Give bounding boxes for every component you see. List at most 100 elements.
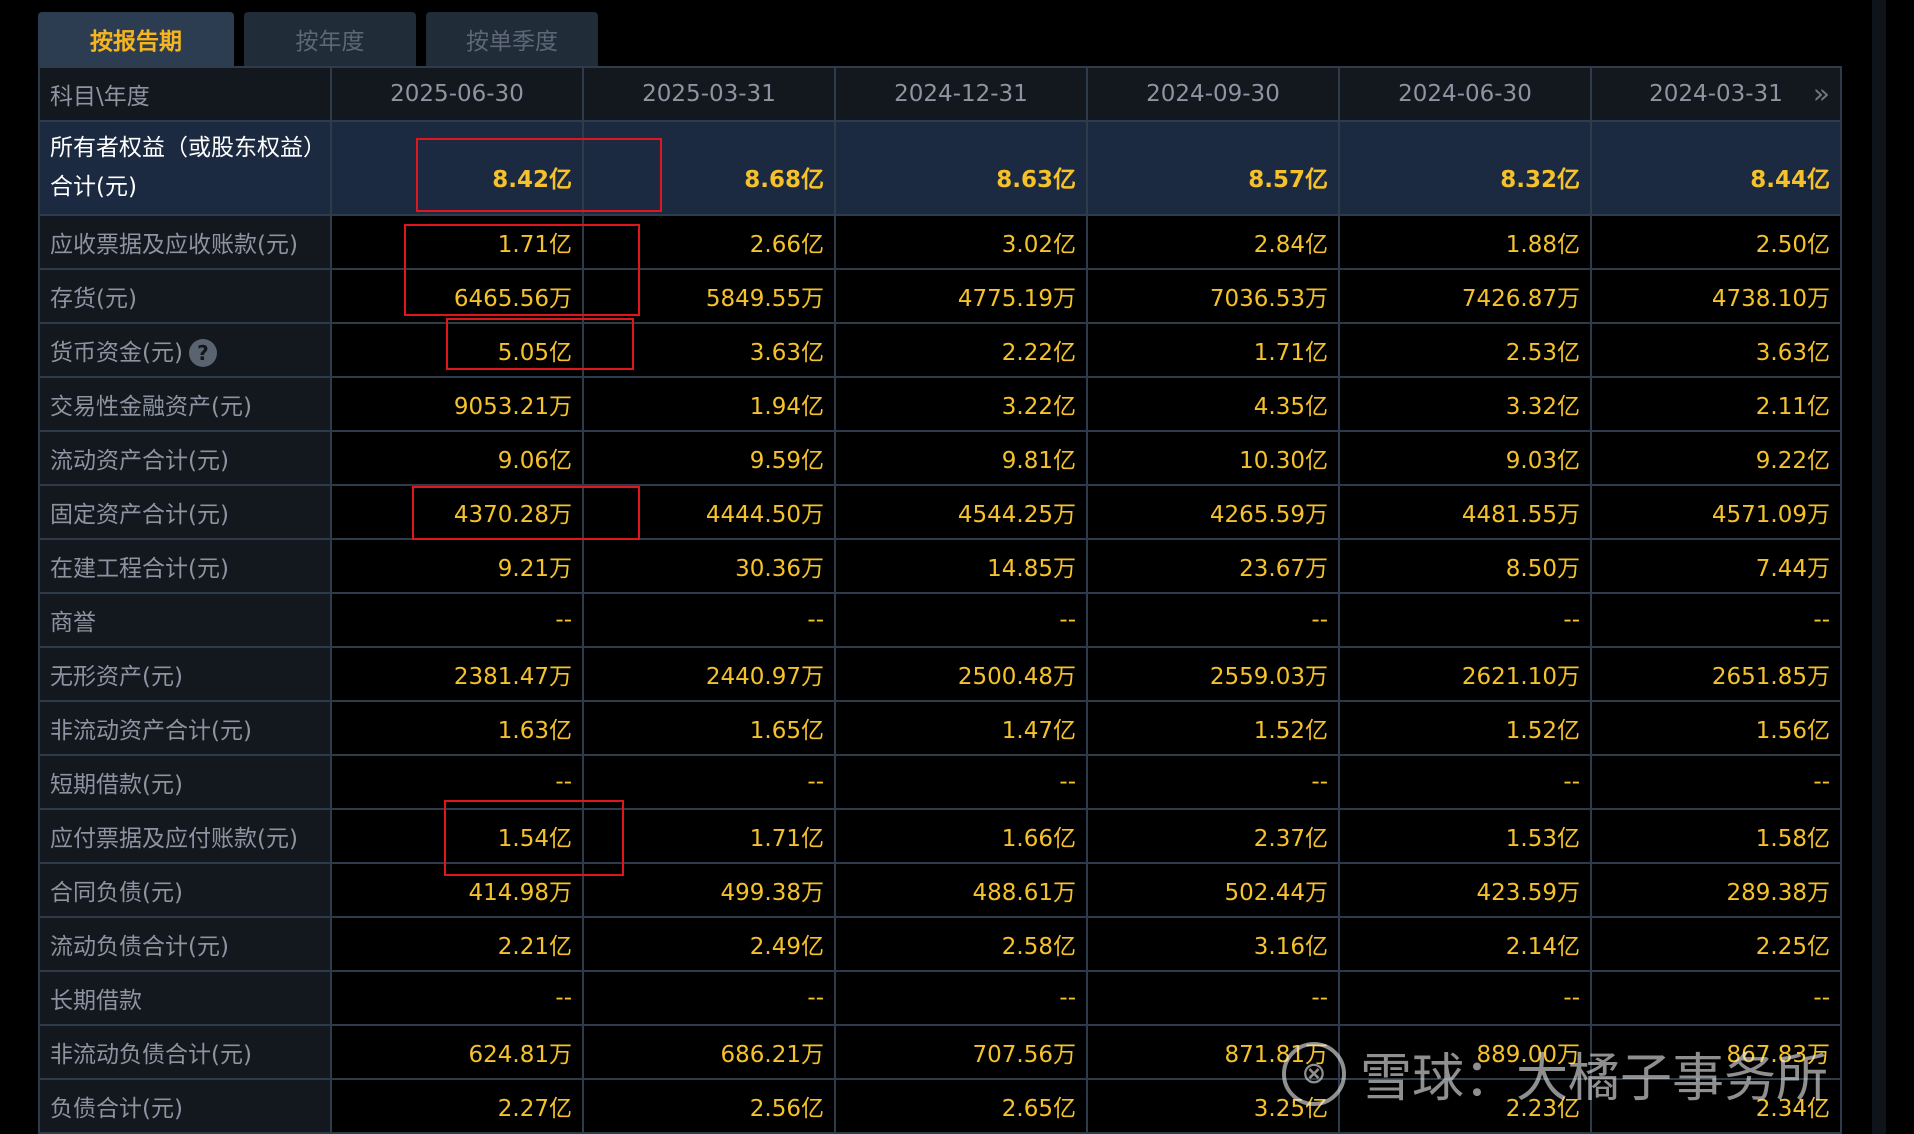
value-cell: -- — [1338, 754, 1592, 810]
value-cell: 1.88亿 — [1338, 214, 1592, 270]
row-label-text: 无形资产(元) — [50, 664, 183, 690]
value-cell: 1.52亿 — [1086, 700, 1340, 756]
row-label-text: 交易性金融资产(元) — [50, 394, 252, 420]
tab-by-quarter[interactable]: 按单季度 — [426, 12, 598, 66]
annotation-box — [412, 486, 640, 540]
value-cell: 4481.55万 — [1338, 484, 1592, 540]
table-body: 所有者权益（或股东权益）合计(元) 8.42亿 8.68亿 8.63亿 8.57亿 8.3… — [38, 120, 1842, 1134]
table-row: 所有者权益（或股东权益）合计(元) 8.42亿 8.68亿 8.63亿 8.57亿 8.3… — [38, 120, 1842, 216]
value-cell: 4775.19万 — [834, 268, 1088, 324]
value-cell: 707.56万 — [834, 1024, 1088, 1080]
table-row: 合同负债(元) 414.98万 499.38万 488.61万 502.44万 423.5… — [38, 862, 1842, 918]
value-cell: 9053.21万 — [330, 376, 584, 432]
value-cell: -- — [1338, 592, 1592, 648]
value-cell: 502.44万 — [1086, 862, 1340, 918]
value-cell: 7.44万 — [1590, 538, 1842, 594]
value-cell: -- — [1338, 970, 1592, 1026]
row-label-text: 合同负债(元) — [50, 880, 183, 906]
watermark-text: 雪球：大橘子事务所 — [1360, 1049, 1829, 1109]
value-cell: 2500.48万 — [834, 646, 1088, 702]
value-cell: 23.67万 — [1086, 538, 1340, 594]
row-label-text: 流动负债合计(元) — [50, 934, 229, 960]
value-cell: -- — [1086, 754, 1340, 810]
annotation-box — [404, 224, 640, 316]
table-row: 流动资产合计(元) 9.06亿 9.59亿 9.81亿 10.30亿 9.03亿 9.22亿 — [38, 430, 1842, 486]
date-header[interactable]: 2025-03-31 — [582, 66, 836, 122]
table-row: 商誉 -- -- -- -- -- -- — [38, 592, 1842, 648]
value-cell: 8.44亿 — [1590, 120, 1842, 216]
row-label: 固定资产合计(元) — [38, 484, 332, 540]
row-label: 交易性金融资产(元) — [38, 376, 332, 432]
value-cell: 10.30亿 — [1086, 430, 1340, 486]
value-cell: 8.32亿 — [1338, 120, 1592, 216]
row-label: 在建工程合计(元) — [38, 538, 332, 594]
row-label: 应收票据及应收账款(元) — [38, 214, 332, 270]
value-cell: 9.21万 — [330, 538, 584, 594]
value-cell: -- — [1086, 592, 1340, 648]
row-label: 非流动资产合计(元) — [38, 700, 332, 756]
row-label-text: 长期借款 — [50, 988, 142, 1014]
value-cell: 1.47亿 — [834, 700, 1088, 756]
row-label: 所有者权益（或股东权益）合计(元) — [38, 120, 332, 216]
row-label: 货币资金(元)? — [38, 322, 332, 378]
value-cell: 2.65亿 — [834, 1078, 1088, 1134]
row-label-text: 货币资金(元) — [50, 339, 183, 366]
help-icon[interactable]: ? — [188, 339, 217, 368]
table-row: 应付票据及应付账款(元) 1.54亿 1.71亿 1.66亿 2.37亿 1.53亿 1.5… — [38, 808, 1842, 864]
value-cell: 3.22亿 — [834, 376, 1088, 432]
row-label: 流动负债合计(元) — [38, 916, 332, 972]
annotation-box — [416, 138, 662, 212]
value-cell: 9.59亿 — [582, 430, 836, 486]
table-row: 长期借款 -- -- -- -- -- -- — [38, 970, 1842, 1026]
value-cell: 2.58亿 — [834, 916, 1088, 972]
table-row: 存货(元) 6465.56万 5849.55万 4775.19万 7036.53万 742… — [38, 268, 1842, 324]
date-header-label[interactable]: 2024-03-31 — [1649, 81, 1783, 107]
value-cell: 3.63亿 — [1590, 322, 1842, 378]
snowball-logo-icon: ⊗ — [1282, 1041, 1346, 1106]
next-page-icon[interactable]: » — [1813, 80, 1830, 108]
balance-sheet-screen: 按报告期 按年度 按单季度 科目\年度 2025-06-30 2025-03-3… — [0, 0, 1914, 1134]
value-cell: 4265.59万 — [1086, 484, 1340, 540]
value-cell: -- — [834, 970, 1088, 1026]
value-cell: 3.16亿 — [1086, 916, 1340, 972]
date-header[interactable]: 2024-06-30 — [1338, 66, 1592, 122]
value-cell: 8.57亿 — [1086, 120, 1340, 216]
value-cell: 2.56亿 — [582, 1078, 836, 1134]
value-cell: -- — [834, 754, 1088, 810]
value-cell: 2440.97万 — [582, 646, 836, 702]
value-cell: -- — [1590, 754, 1842, 810]
value-cell: 2.49亿 — [582, 916, 836, 972]
value-cell: 2.50亿 — [1590, 214, 1842, 270]
value-cell: 2.14亿 — [1338, 916, 1592, 972]
value-cell: 30.36万 — [582, 538, 836, 594]
value-cell: 4738.10万 — [1590, 268, 1842, 324]
value-cell: -- — [582, 970, 836, 1026]
row-label-text: 短期借款(元) — [50, 772, 183, 798]
annotation-box — [446, 318, 634, 370]
value-cell: 2621.10万 — [1338, 646, 1592, 702]
tab-by-year[interactable]: 按年度 — [244, 12, 416, 66]
tab-by-report-period[interactable]: 按报告期 — [38, 12, 234, 66]
panel-edge — [1872, 0, 1886, 1134]
value-cell: 1.66亿 — [834, 808, 1088, 864]
value-cell: 2.25亿 — [1590, 916, 1842, 972]
value-cell: 4571.09万 — [1590, 484, 1842, 540]
value-cell: 2.84亿 — [1086, 214, 1340, 270]
date-header[interactable]: 2024-12-31 — [834, 66, 1088, 122]
period-tabs: 按报告期 按年度 按单季度 — [38, 12, 598, 66]
value-cell: 488.61万 — [834, 862, 1088, 918]
value-cell: 686.21万 — [582, 1024, 836, 1080]
row-label: 存货(元) — [38, 268, 332, 324]
value-cell: 2651.85万 — [1590, 646, 1842, 702]
table-row: 在建工程合计(元) 9.21万 30.36万 14.85万 23.67万 8.50万 7.4… — [38, 538, 1842, 594]
table-row: 无形资产(元) 2381.47万 2440.97万 2500.48万 2559.03万 2… — [38, 646, 1842, 702]
value-cell: 2.53亿 — [1338, 322, 1592, 378]
value-cell: 2.22亿 — [834, 322, 1088, 378]
date-header[interactable]: 2024-09-30 — [1086, 66, 1340, 122]
value-cell: 1.94亿 — [582, 376, 836, 432]
row-label-text: 流动资产合计(元) — [50, 448, 229, 474]
value-cell: 3.02亿 — [834, 214, 1088, 270]
date-header[interactable]: 2025-06-30 — [330, 66, 584, 122]
value-cell: 3.32亿 — [1338, 376, 1592, 432]
row-label: 非流动负债合计(元) — [38, 1024, 332, 1080]
